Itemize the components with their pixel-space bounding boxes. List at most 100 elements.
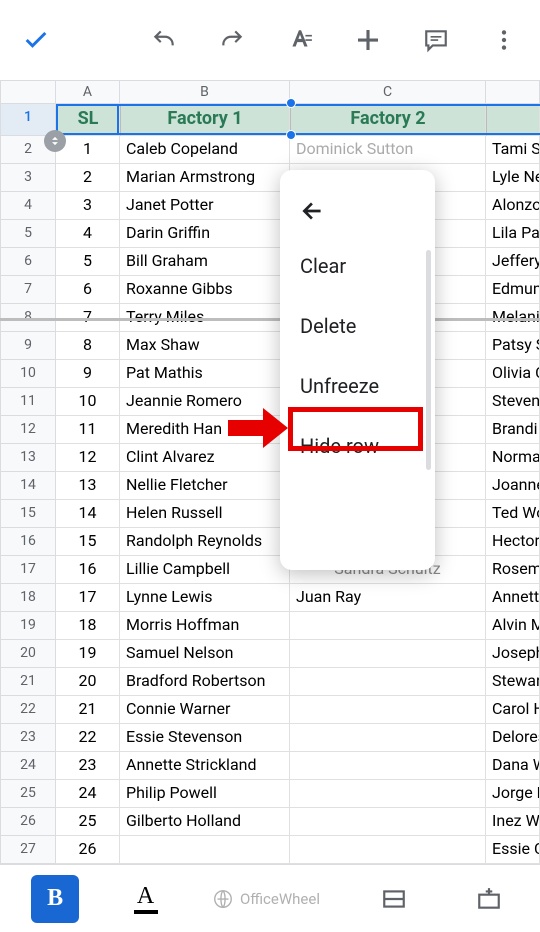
- cell[interactable]: 14: [56, 500, 120, 528]
- cell[interactable]: Terry Miles: [120, 304, 290, 332]
- menu-item-delete[interactable]: Delete: [280, 296, 435, 356]
- row-header[interactable]: 7: [0, 276, 56, 304]
- cell[interactable]: Lynne Lewis: [120, 584, 290, 612]
- table-row[interactable]: 2726Essie C: [0, 836, 540, 864]
- cell[interactable]: Bradford Robertson: [120, 668, 290, 696]
- bold-button[interactable]: B: [31, 875, 79, 923]
- cell[interactable]: 23: [56, 752, 120, 780]
- table-row[interactable]: 109Pat MathisOlivia C: [0, 360, 540, 388]
- cell[interactable]: 11: [56, 416, 120, 444]
- cell[interactable]: Jorge N: [486, 780, 540, 808]
- undo-icon[interactable]: [144, 20, 184, 60]
- cell[interactable]: 12: [56, 444, 120, 472]
- cell[interactable]: 1: [56, 136, 120, 164]
- row-header[interactable]: 19: [0, 612, 56, 640]
- cell-split-icon[interactable]: [374, 879, 414, 919]
- col-header-a[interactable]: A: [56, 80, 120, 104]
- row-header[interactable]: 17: [0, 556, 56, 584]
- cell[interactable]: Dana W: [486, 752, 540, 780]
- cell[interactable]: 25: [56, 808, 120, 836]
- cell[interactable]: 6: [56, 276, 120, 304]
- row-header[interactable]: 27: [0, 836, 56, 864]
- menu-scrollbar[interactable]: [426, 250, 431, 470]
- cell[interactable]: Nellie Fletcher: [120, 472, 290, 500]
- cell[interactable]: [290, 836, 486, 864]
- cell[interactable]: Melanie: [486, 304, 540, 332]
- cell[interactable]: 18: [56, 612, 120, 640]
- select-all-corner[interactable]: [0, 80, 56, 104]
- cell[interactable]: 20: [56, 668, 120, 696]
- cell[interactable]: [290, 612, 486, 640]
- cell[interactable]: Brandi: [486, 416, 540, 444]
- cell[interactable]: Annette Strickland: [120, 752, 290, 780]
- cell[interactable]: Ted Wo: [486, 500, 540, 528]
- cell[interactable]: Joanne: [486, 472, 540, 500]
- col-header-b[interactable]: B: [120, 80, 290, 104]
- cell[interactable]: 13: [56, 472, 120, 500]
- cell[interactable]: Marian Armstrong: [120, 164, 290, 192]
- row-header[interactable]: 8: [0, 304, 56, 332]
- redo-icon[interactable]: [212, 20, 252, 60]
- row-header[interactable]: 22: [0, 696, 56, 724]
- cell[interactable]: Bill Graham: [120, 248, 290, 276]
- header-cell[interactable]: [486, 104, 540, 136]
- cell[interactable]: 3: [56, 192, 120, 220]
- table-row[interactable]: 2221Connie WarnerCarol H: [0, 696, 540, 724]
- row-header[interactable]: 10: [0, 360, 56, 388]
- row-header[interactable]: 25: [0, 780, 56, 808]
- cell[interactable]: Essie Stevenson: [120, 724, 290, 752]
- cell[interactable]: Jeannie Romero: [120, 388, 290, 416]
- table-row[interactable]: 1413Nellie FletcherJoanne: [0, 472, 540, 500]
- cell[interactable]: Pat Mathis: [120, 360, 290, 388]
- cell[interactable]: 15: [56, 528, 120, 556]
- header-cell[interactable]: Factory 2: [290, 104, 486, 136]
- table-row[interactable]: 87Terry MilesMelanie: [0, 304, 540, 332]
- table-row[interactable]: 1211Meredith HanBrandi: [0, 416, 540, 444]
- cell[interactable]: Dominick Sutton: [290, 136, 486, 164]
- insert-row-icon[interactable]: [469, 879, 509, 919]
- cell[interactable]: Samuel Nelson: [120, 640, 290, 668]
- cell[interactable]: 26: [56, 836, 120, 864]
- spreadsheet-grid[interactable]: A B C 1SLFactory 1Factory 221Caleb Copel…: [0, 80, 540, 892]
- cell[interactable]: Morris Hoffman: [120, 612, 290, 640]
- row-header[interactable]: 16: [0, 528, 56, 556]
- cell[interactable]: [290, 724, 486, 752]
- confirm-icon[interactable]: [16, 20, 56, 60]
- row-header[interactable]: 20: [0, 640, 56, 668]
- table-row[interactable]: 2322Essie StevensonDelores: [0, 724, 540, 752]
- cell[interactable]: Helen Russell: [120, 500, 290, 528]
- row-header[interactable]: 4: [0, 192, 56, 220]
- cell[interactable]: [290, 668, 486, 696]
- table-row[interactable]: 1615Randolph ReynoldsHector: [0, 528, 540, 556]
- row-header[interactable]: 18: [0, 584, 56, 612]
- cell[interactable]: 22: [56, 724, 120, 752]
- row-header[interactable]: 15: [0, 500, 56, 528]
- menu-back-button[interactable]: [280, 190, 435, 236]
- table-row[interactable]: 2423Annette StricklandDana W: [0, 752, 540, 780]
- cell[interactable]: Edmun: [486, 276, 540, 304]
- selection-handle[interactable]: [286, 98, 296, 108]
- cell[interactable]: Max Shaw: [120, 332, 290, 360]
- table-row[interactable]: 1312Clint AlvarezNormar: [0, 444, 540, 472]
- row-header[interactable]: 1: [0, 104, 56, 136]
- row-header[interactable]: 2: [0, 136, 56, 164]
- cell[interactable]: Jeffery: [486, 248, 540, 276]
- cell[interactable]: 17: [56, 584, 120, 612]
- comment-icon[interactable]: [416, 20, 456, 60]
- row-header[interactable]: 5: [0, 220, 56, 248]
- cell[interactable]: Philip Powell: [120, 780, 290, 808]
- more-icon[interactable]: [484, 20, 524, 60]
- cell[interactable]: Hector: [486, 528, 540, 556]
- text-color-button[interactable]: A: [134, 883, 158, 914]
- table-row[interactable]: 1110Jeannie RomeroSteven: [0, 388, 540, 416]
- table-row[interactable]: 2524Philip Powell Jorge N: [0, 780, 540, 808]
- cell[interactable]: 24: [56, 780, 120, 808]
- row-header[interactable]: 23: [0, 724, 56, 752]
- cell[interactable]: [120, 836, 290, 864]
- row-header[interactable]: 3: [0, 164, 56, 192]
- cell[interactable]: [290, 640, 486, 668]
- header-cell[interactable]: Factory 1: [120, 104, 290, 136]
- cell[interactable]: 16: [56, 556, 120, 584]
- cell[interactable]: [290, 808, 486, 836]
- cell[interactable]: Stewar: [486, 668, 540, 696]
